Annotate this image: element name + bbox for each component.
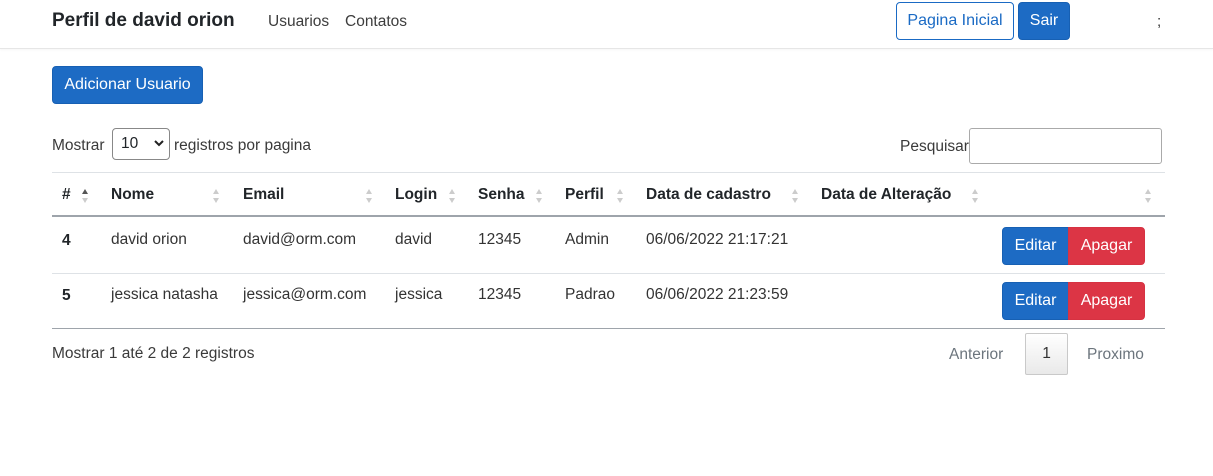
- column-header-nome[interactable]: Nome: [111, 186, 154, 204]
- column-header-perfil[interactable]: Perfil: [565, 186, 604, 204]
- column-header-login[interactable]: Login: [395, 186, 437, 204]
- table-row-1-login: david: [395, 231, 433, 248]
- sort-icon[interactable]: [212, 188, 220, 204]
- table-row-2-id: 5: [62, 287, 71, 304]
- pagination-page-1[interactable]: 1: [1025, 333, 1068, 375]
- row-divider: [52, 273, 1165, 274]
- sort-icon[interactable]: [448, 188, 456, 204]
- search-label: Pesquisar: [900, 138, 969, 155]
- delete-button[interactable]: Apagar: [1068, 227, 1145, 265]
- pagination-previous[interactable]: Anterior: [949, 346, 1003, 364]
- column-header-email[interactable]: Email: [243, 186, 284, 204]
- table-row-1-senha: 12345: [478, 231, 522, 248]
- edit-button[interactable]: Editar: [1002, 282, 1069, 320]
- sort-icon[interactable]: [1144, 188, 1152, 204]
- column-header-data-cadastro[interactable]: Data de cadastro: [646, 186, 771, 204]
- table-row-1-data-cadastro: 06/06/2022 21:17:21: [646, 231, 789, 248]
- nav-link-contatos[interactable]: Contatos: [345, 13, 407, 31]
- table-row-2-nome: jessica natasha: [111, 286, 218, 303]
- table-row-2-data-cadastro: 06/06/2022 21:23:59: [646, 286, 789, 303]
- column-header-data-alteracao[interactable]: Data de Alteração: [821, 186, 951, 204]
- home-button[interactable]: Pagina Inicial: [896, 2, 1014, 40]
- page-length-select[interactable]: 10: [112, 128, 170, 160]
- column-header-id[interactable]: #: [62, 186, 71, 204]
- page-length-value: 10: [121, 135, 139, 152]
- table-row-2-senha: 12345: [478, 286, 522, 303]
- table-info: Mostrar 1 até 2 de 2 registros: [52, 345, 255, 362]
- table-row-2-login: jessica: [395, 286, 443, 303]
- sort-icon[interactable]: [535, 188, 543, 204]
- search-input[interactable]: [969, 128, 1162, 164]
- add-user-button[interactable]: Adicionar Usuario: [52, 66, 203, 104]
- length-prefix-label: Mostrar: [52, 137, 105, 154]
- column-header-senha[interactable]: Senha: [478, 186, 525, 204]
- table-row-1-email: david@orm.com: [243, 231, 357, 248]
- logout-button[interactable]: Sair: [1018, 2, 1070, 40]
- navbar: Perfil de david orion Usuarios Contatos …: [0, 0, 1213, 49]
- table-row-1-perfil: Admin: [565, 231, 609, 248]
- chevron-down-icon: [154, 140, 164, 147]
- sort-icon[interactable]: [616, 188, 624, 204]
- length-suffix-label: registros por pagina: [174, 137, 311, 154]
- nav-link-usuarios[interactable]: Usuarios: [268, 13, 329, 31]
- delete-button[interactable]: Apagar: [1068, 282, 1145, 320]
- sort-ascending-icon[interactable]: [81, 188, 89, 204]
- sort-icon[interactable]: [971, 188, 979, 204]
- pagination-next[interactable]: Proximo: [1087, 346, 1144, 364]
- table-row-2-perfil: Padrao: [565, 286, 615, 303]
- sort-icon[interactable]: [365, 188, 373, 204]
- table-bottom-border: [52, 328, 1165, 329]
- sort-icon[interactable]: [791, 188, 799, 204]
- table-row-1-nome: david orion: [111, 231, 187, 248]
- table-row-1-id: 4: [62, 232, 71, 249]
- navbar-extra-text: ;: [1157, 13, 1162, 30]
- edit-button[interactable]: Editar: [1002, 227, 1069, 265]
- brand-title[interactable]: Perfil de david orion: [52, 10, 235, 32]
- table-row-2-email: jessica@orm.com: [243, 286, 367, 303]
